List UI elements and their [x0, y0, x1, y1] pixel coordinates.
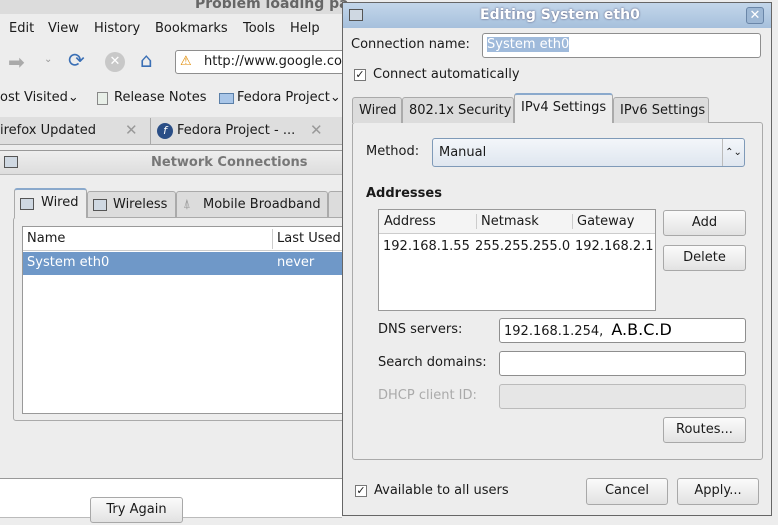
browser-title: Problem loading pa — [195, 0, 349, 12]
tab-ipv4-settings[interactable]: IPv4 Settings — [514, 93, 613, 123]
wireless-icon — [93, 199, 107, 211]
available-all-users-label[interactable]: Available to all users — [374, 483, 509, 498]
delete-button[interactable]: Delete — [663, 245, 746, 271]
menu-edit[interactable]: Edit — [9, 21, 34, 36]
wired-icon — [20, 198, 34, 210]
method-label: Method: — [366, 144, 420, 159]
close-tab-icon[interactable]: ✕ — [310, 121, 323, 139]
connection-name-label: Connection name: — [351, 37, 470, 52]
tab-wired[interactable]: Wired — [14, 188, 87, 218]
column-divider — [272, 229, 273, 249]
warning-icon: ⚠ — [180, 54, 192, 69]
search-domains-input[interactable] — [499, 351, 746, 376]
dialog-title: Editing System eth0 — [480, 7, 640, 23]
bookmark-most-visited[interactable]: ost Visited⌄ — [0, 90, 79, 105]
dns-servers-value: 192.168.1.254, — [504, 324, 604, 339]
routes-button[interactable]: Routes... — [663, 417, 746, 443]
dhcp-client-id-label: DHCP client ID: — [378, 388, 477, 403]
bookmark-fedora-project[interactable]: Fedora Project⌄ — [237, 90, 341, 105]
stop-icon[interactable]: ✕ — [105, 52, 125, 72]
tab-wired[interactable]: Wired — [352, 97, 402, 123]
method-value: Manual — [439, 145, 487, 160]
menu-help[interactable]: Help — [290, 21, 320, 36]
tab-divider — [150, 118, 151, 145]
column-address[interactable]: Address — [384, 214, 436, 229]
select-arrows-icon: ⌃⌄ — [722, 139, 744, 166]
tab-mobile-broadband[interactable]: ⍋ Mobile Broadband — [176, 191, 328, 217]
row-last-used: never — [277, 255, 315, 270]
close-icon[interactable]: ✕ — [746, 7, 764, 24]
dns-servers-label: DNS servers: — [378, 322, 463, 337]
forward-icon[interactable]: ➡ — [8, 50, 25, 74]
connections-list: Name Last Used System eth0 never — [22, 226, 353, 414]
apply-button[interactable]: Apply... — [677, 478, 759, 505]
column-last-used[interactable]: Last Used — [277, 231, 341, 246]
nc-title: Network Connections — [151, 155, 308, 170]
tab-ipv6-settings[interactable]: IPv6 Settings — [613, 97, 709, 123]
column-name[interactable]: Name — [27, 231, 65, 246]
network-icon — [4, 156, 18, 168]
connect-automatically-checkbox[interactable]: ✓ — [354, 69, 366, 81]
search-domains-label: Search domains: — [378, 355, 487, 370]
tab-firefox-updated[interactable]: irefox Updated — [0, 123, 96, 138]
menu-view[interactable]: View — [48, 21, 79, 36]
tab-fedora-project[interactable]: Fedora Project - ... — [177, 123, 295, 138]
row-name: System eth0 — [27, 255, 110, 270]
history-dropdown-icon[interactable]: ⌄ — [44, 54, 52, 65]
menu-bookmarks[interactable]: Bookmarks — [155, 21, 228, 36]
connection-name-value: System eth0 — [487, 37, 570, 52]
home-icon[interactable]: ⌂ — [140, 48, 153, 72]
dns-annotation: A.B.C.D — [611, 320, 672, 339]
tab-802-1x-security[interactable]: 802.1x Security — [402, 97, 514, 123]
network-connections-window: Network Connections Wired Wireless ⍋ Mobi… — [0, 150, 353, 478]
antenna-icon: ⍋ — [183, 197, 191, 212]
addresses-heading: Addresses — [366, 186, 442, 201]
close-tab-icon[interactable]: ✕ — [125, 121, 138, 139]
method-select[interactable]: Manual ⌃⌄ — [432, 138, 745, 167]
menu-tools[interactable]: Tools — [243, 21, 275, 36]
tab-wireless[interactable]: Wireless — [87, 191, 176, 217]
list-row[interactable]: System eth0 never — [23, 252, 353, 275]
cell-netmask: 255.255.255.0 — [475, 239, 571, 254]
connection-name-input[interactable]: System eth0 — [482, 33, 761, 58]
folder-icon — [219, 93, 234, 104]
cancel-button[interactable]: Cancel — [586, 478, 668, 505]
connect-automatically-label[interactable]: Connect automatically — [373, 67, 520, 82]
reload-icon[interactable]: ⟳ — [68, 48, 85, 72]
editing-dialog: Editing System eth0 ✕ Connection name: S… — [342, 2, 772, 516]
menu-history[interactable]: History — [94, 21, 140, 36]
table-row[interactable]: 192.168.1.55 255.255.255.0 192.168.2.1 — [379, 236, 655, 258]
column-netmask[interactable]: Netmask — [476, 214, 539, 229]
url-bar[interactable]: ⚠ http://www.google.co — [175, 50, 345, 74]
column-gateway[interactable]: Gateway — [572, 214, 634, 229]
addresses-table: Address Netmask Gateway 192.168.1.55 255… — [378, 209, 656, 311]
dns-servers-input[interactable]: 192.168.1.254, A.B.C.D — [499, 318, 746, 343]
network-icon — [349, 9, 363, 21]
available-all-users-checkbox[interactable]: ✓ — [355, 485, 367, 497]
bookmark-release-notes[interactable]: Release Notes — [114, 90, 206, 105]
fedora-icon: f — [157, 123, 173, 139]
release-notes-icon — [97, 92, 108, 105]
cell-gateway: 192.168.2.1 — [575, 239, 654, 254]
cell-address: 192.168.1.55 — [383, 239, 470, 254]
add-button[interactable]: Add — [663, 210, 746, 236]
dhcp-client-id-input — [499, 384, 746, 409]
url-text: http://www.google.co — [204, 54, 342, 69]
try-again-button[interactable]: Try Again — [90, 497, 183, 523]
